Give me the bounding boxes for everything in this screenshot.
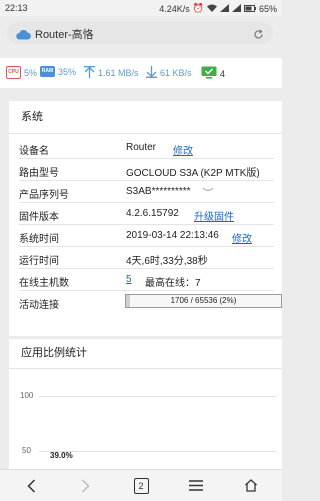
- divider: [19, 246, 274, 247]
- download-speed: 61 KB/s: [160, 68, 192, 78]
- cpu-metric: CPU 5%: [6, 66, 37, 79]
- cloud-icon: [16, 27, 31, 45]
- ram-metric: RAM 35%: [40, 66, 76, 77]
- edit-time-link[interactable]: 修改: [232, 230, 252, 245]
- address-bar[interactable]: Router-高恪: [7, 22, 273, 44]
- row-uptime: 运行时间 4天,6时,33分,38秒: [19, 250, 282, 267]
- row-label: 运行时间: [19, 256, 59, 267]
- rename-device-link[interactable]: 修改: [173, 142, 193, 157]
- battery-level: 65%: [258, 3, 277, 14]
- y-tick-50: 50: [22, 446, 31, 455]
- row-label: 在线主机数: [19, 278, 69, 289]
- browser-nav-bar: 2: [0, 469, 282, 501]
- back-arrow-icon: [26, 478, 35, 493]
- device-count: 4: [220, 68, 226, 79]
- row-label: 系统时间: [19, 234, 59, 245]
- row-label: 活动连接: [19, 300, 59, 311]
- row-firmware-version: 固件版本 4.2.6.15792 升级固件: [19, 206, 282, 223]
- network-speed: 4.24K/s: [159, 3, 190, 14]
- upload-arrow-icon: [84, 66, 95, 80]
- divider: [19, 290, 274, 291]
- page-title: Router-高恪: [35, 29, 94, 41]
- connections-progress-bar: 1706 / 65536 (2%): [125, 294, 282, 308]
- y-tick-100: 100: [20, 391, 34, 400]
- upgrade-firmware-link[interactable]: 升级固件: [194, 208, 234, 223]
- system-card-title: 系统: [9, 101, 282, 134]
- battery-icon: [243, 4, 256, 14]
- online-hosts-link[interactable]: 5: [126, 274, 132, 285]
- menu-button[interactable]: [187, 477, 205, 494]
- menu-icon: [189, 480, 203, 491]
- signal-icon: [219, 3, 229, 14]
- divider: [19, 268, 274, 269]
- row-device-name: 设备名 Router 修改: [19, 140, 282, 157]
- row-value: 4.2.6.15792: [126, 208, 179, 219]
- gridline: [39, 451, 276, 452]
- row-value: 4天,6时,33分,38秒: [126, 256, 208, 267]
- row-system-time: 系统时间 2019-03-14 22:13:46 修改: [19, 228, 282, 245]
- usage-data-label: 39.0%: [50, 451, 73, 460]
- row-value: Router: [126, 142, 157, 153]
- forward-button[interactable]: [76, 477, 94, 494]
- status-bar: 22:13 4.24K/s ⏰ 65%: [0, 0, 282, 16]
- upload-metric: 1.61 MB/s: [84, 66, 139, 80]
- row-serial-number: 产品序列号 S3AB**********: [19, 184, 282, 201]
- system-card: 系统 设备名 Router 修改 路由型号 GOCLOUD S3A (K2P M…: [9, 101, 282, 336]
- app-usage-card: 应用比例统计 100 50 39.0%: [9, 339, 282, 469]
- row-value: 2019-03-14 22:13:46: [126, 230, 219, 241]
- app-usage-title: 应用比例统计: [9, 339, 282, 369]
- ram-icon: RAM: [40, 66, 55, 77]
- row-online-hosts: 在线主机数 5 最高在线：7: [19, 272, 282, 289]
- download-metric: 61 KB/s: [146, 66, 192, 80]
- row-value: GOCLOUD S3A (K2P MTK版): [126, 168, 260, 179]
- row-label: 路由型号: [19, 168, 59, 179]
- cpu-value: 5%: [24, 67, 38, 78]
- row-label: 设备名: [19, 146, 49, 157]
- monitor-icon: [201, 66, 217, 81]
- gridline: [39, 396, 276, 397]
- divider: [19, 224, 274, 225]
- signal-icon-2: [231, 3, 241, 14]
- divider: [19, 180, 274, 181]
- divider: [19, 202, 274, 203]
- alarm-icon: ⏰: [192, 3, 204, 13]
- home-icon: [245, 479, 257, 492]
- upload-speed: 1.61 MB/s: [98, 68, 139, 78]
- tab-count: 2: [133, 477, 149, 494]
- row-label: 固件版本: [19, 212, 59, 223]
- wifi-icon: [206, 4, 217, 14]
- download-arrow-icon: [146, 66, 157, 80]
- eye-icon[interactable]: [202, 185, 214, 196]
- status-icons: 4.24K/s ⏰ 65%: [159, 3, 277, 14]
- back-button[interactable]: [22, 477, 40, 494]
- tabs-button[interactable]: 2: [132, 477, 150, 494]
- devices-metric: 4: [201, 66, 225, 81]
- clock: 22:13: [5, 3, 28, 13]
- cpu-icon: CPU: [6, 66, 21, 79]
- row-router-model: 路由型号 GOCLOUD S3A (K2P MTK版): [19, 162, 282, 179]
- divider: [19, 158, 274, 159]
- ram-value: 35%: [58, 66, 77, 77]
- reload-icon[interactable]: [253, 27, 264, 45]
- metrics-bar: CPU 5% RAM 35% 1.61 MB/s 61 KB/s 4: [0, 58, 282, 88]
- home-button[interactable]: [242, 477, 260, 494]
- connections-progress-text: 1706 / 65536 (2%): [170, 296, 237, 305]
- forward-arrow-icon: [81, 478, 90, 493]
- max-online: 最高在线：7: [145, 278, 201, 289]
- row-value: S3AB**********: [126, 186, 191, 197]
- row-label: 产品序列号: [19, 190, 69, 201]
